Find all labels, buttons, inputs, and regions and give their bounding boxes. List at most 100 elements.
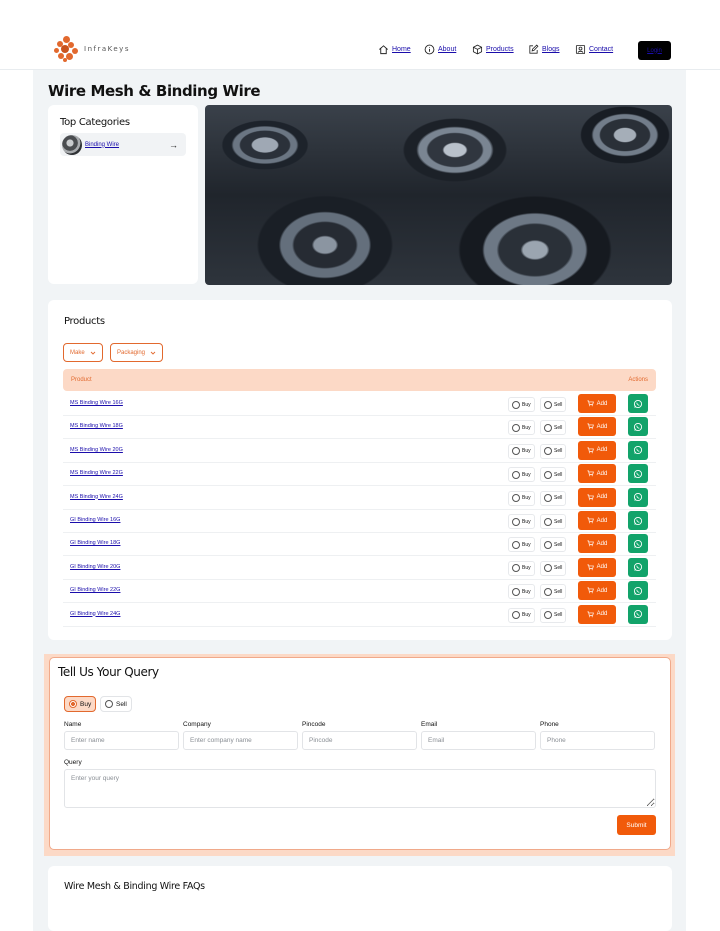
company-input[interactable] bbox=[183, 731, 298, 750]
cart-icon bbox=[587, 611, 594, 617]
buy-radio[interactable]: Buy bbox=[508, 490, 535, 506]
buy-radio[interactable]: Buy bbox=[508, 560, 535, 576]
category-item-binding-wire[interactable]: Binding Wire → bbox=[60, 133, 186, 156]
buy-radio[interactable]: Buy bbox=[508, 467, 535, 483]
nav-link-contact[interactable]: Contact bbox=[589, 46, 613, 53]
phone-input[interactable] bbox=[540, 731, 655, 750]
nav-blogs[interactable]: Blogs bbox=[528, 44, 560, 55]
add-to-cart-button[interactable]: Add bbox=[578, 511, 616, 530]
name-input[interactable] bbox=[64, 731, 179, 750]
product-link[interactable]: MS Binding Wire 22G bbox=[70, 470, 123, 476]
whatsapp-icon bbox=[633, 446, 643, 455]
product-link[interactable]: GI Binding Wire 24G bbox=[70, 611, 120, 617]
radio-unselected-icon bbox=[512, 517, 520, 526]
buy-radio[interactable]: Buy bbox=[508, 537, 535, 553]
sell-label: Sell bbox=[554, 401, 563, 408]
filter-make-dropdown[interactable]: Make bbox=[63, 343, 103, 362]
whatsapp-button[interactable] bbox=[628, 557, 648, 577]
sell-radio[interactable]: Sell bbox=[540, 397, 567, 412]
query-textarea[interactable] bbox=[64, 769, 656, 808]
category-link[interactable]: Binding Wire bbox=[85, 142, 169, 148]
whatsapp-button[interactable] bbox=[628, 487, 648, 507]
whatsapp-icon bbox=[633, 539, 643, 548]
buy-radio[interactable]: Buy bbox=[508, 397, 535, 412]
whatsapp-button[interactable] bbox=[628, 604, 648, 624]
email-input[interactable] bbox=[421, 731, 536, 750]
whatsapp-icon bbox=[633, 493, 643, 502]
nav-products[interactable]: Products bbox=[472, 44, 514, 55]
whatsapp-button[interactable] bbox=[628, 534, 648, 554]
add-to-cart-button[interactable]: Add bbox=[578, 440, 616, 460]
cart-icon bbox=[587, 447, 594, 454]
product-link[interactable]: MS Binding Wire 20G bbox=[70, 447, 123, 453]
radio-unselected-icon bbox=[544, 400, 552, 409]
radio-unselected-icon bbox=[544, 494, 552, 503]
query-mode-sell-radio[interactable]: Sell bbox=[100, 696, 132, 712]
login-button[interactable]: Login bbox=[638, 41, 671, 60]
product-link[interactable]: MS Binding Wire 18G bbox=[70, 423, 123, 429]
add-to-cart-button[interactable]: Add bbox=[578, 487, 616, 507]
radio-selected-icon bbox=[69, 700, 77, 708]
add-to-cart-button[interactable]: Add bbox=[578, 417, 616, 437]
buy-radio[interactable]: Buy bbox=[508, 420, 535, 436]
whatsapp-button[interactable] bbox=[628, 417, 648, 437]
whatsapp-button[interactable] bbox=[628, 440, 648, 460]
chevron-down-icon bbox=[150, 351, 156, 355]
product-link[interactable]: GI Binding Wire 18G bbox=[70, 540, 120, 546]
contact-icon bbox=[575, 44, 586, 55]
sell-radio[interactable]: Sell bbox=[540, 537, 567, 553]
product-link[interactable]: GI Binding Wire 16G bbox=[70, 517, 120, 523]
nav-home[interactable]: Home bbox=[378, 44, 411, 55]
add-to-cart-button[interactable]: Add bbox=[578, 581, 616, 601]
add-to-cart-button[interactable]: Add bbox=[578, 394, 616, 413]
sell-label: Sell bbox=[554, 518, 563, 525]
product-link[interactable]: MS Binding Wire 24G bbox=[70, 494, 123, 500]
logo[interactable]: InfraKeys bbox=[54, 36, 130, 62]
sell-radio[interactable]: Sell bbox=[540, 443, 567, 459]
product-link[interactable]: GI Binding Wire 20G bbox=[70, 564, 120, 570]
query-mode-buy-radio[interactable]: Buy bbox=[64, 696, 97, 712]
add-to-cart-button[interactable]: Add bbox=[578, 464, 616, 484]
sell-radio[interactable]: Sell bbox=[540, 420, 567, 436]
add-to-cart-button[interactable]: Add bbox=[578, 557, 616, 577]
cart-icon bbox=[587, 470, 594, 477]
sell-radio[interactable]: Sell bbox=[540, 560, 567, 576]
radio-unselected-icon bbox=[512, 611, 520, 620]
nav-link-products[interactable]: Products bbox=[486, 46, 514, 53]
nav-contact[interactable]: Contact bbox=[575, 44, 613, 55]
filter-packaging-dropdown[interactable]: Packaging bbox=[110, 343, 164, 362]
sell-radio[interactable]: Sell bbox=[540, 607, 567, 623]
filter-packaging-label: Packaging bbox=[117, 349, 146, 356]
sell-radio[interactable]: Sell bbox=[540, 467, 567, 483]
cart-icon bbox=[587, 587, 594, 594]
nav-link-blogs[interactable]: Blogs bbox=[542, 46, 560, 53]
whatsapp-icon bbox=[633, 422, 643, 431]
whatsapp-button[interactable] bbox=[628, 464, 648, 484]
product-link[interactable]: MS Binding Wire 16G bbox=[70, 400, 123, 406]
buy-radio[interactable]: Buy bbox=[508, 443, 535, 459]
column-header-actions: Actions bbox=[628, 377, 648, 383]
buy-radio[interactable]: Buy bbox=[508, 607, 535, 623]
nav-link-home[interactable]: Home bbox=[392, 46, 411, 53]
nav-about[interactable]: About bbox=[424, 44, 456, 55]
nav-link-about[interactable]: About bbox=[438, 46, 456, 53]
add-to-cart-button[interactable]: Add bbox=[578, 534, 616, 554]
buy-radio[interactable]: Buy bbox=[508, 514, 535, 529]
sell-radio[interactable]: Sell bbox=[540, 514, 567, 529]
sell-radio[interactable]: Sell bbox=[540, 490, 567, 506]
buy-label: Buy bbox=[522, 541, 531, 548]
radio-unselected-icon bbox=[544, 423, 552, 432]
table-row: MS Binding Wire 18G Buy Sell Add bbox=[63, 416, 656, 440]
whatsapp-button[interactable] bbox=[628, 581, 648, 601]
sell-radio[interactable]: Sell bbox=[540, 584, 567, 600]
column-header-product: Product bbox=[71, 377, 92, 383]
add-to-cart-button[interactable]: Add bbox=[578, 604, 616, 624]
pincode-input[interactable] bbox=[302, 731, 417, 750]
product-link[interactable]: GI Binding Wire 22G bbox=[70, 587, 120, 593]
filter-make-label: Make bbox=[70, 349, 85, 356]
buy-radio[interactable]: Buy bbox=[508, 584, 535, 600]
whatsapp-button[interactable] bbox=[628, 511, 648, 530]
submit-button[interactable]: Submit bbox=[617, 815, 656, 835]
whatsapp-button[interactable] bbox=[628, 394, 648, 413]
radio-unselected-icon bbox=[544, 470, 552, 479]
